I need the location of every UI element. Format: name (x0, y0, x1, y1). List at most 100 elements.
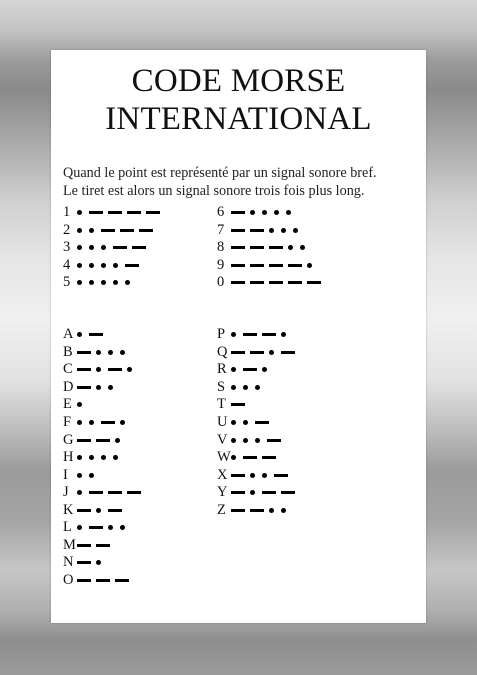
morse-code (231, 384, 267, 390)
dot-icon (96, 507, 101, 513)
morse-character: 6 (217, 204, 225, 221)
dash-icon (250, 246, 264, 250)
morse-code (231, 281, 326, 285)
dash-icon (262, 491, 276, 495)
morse-character: 2 (63, 221, 71, 238)
morse-code (77, 349, 132, 355)
morse-code (77, 455, 125, 461)
morse-code (77, 507, 127, 513)
morse-row: 2 (63, 222, 165, 240)
dash-icon (108, 368, 122, 372)
morse-character: P (217, 326, 226, 343)
morse-row: 6 (217, 204, 326, 222)
dash-icon (288, 281, 302, 285)
dash-icon (231, 228, 245, 232)
dash-icon (231, 263, 245, 267)
dot-icon (269, 507, 274, 513)
morse-character: Y (217, 484, 228, 501)
morse-row: N (63, 554, 146, 572)
morse-code (77, 245, 151, 251)
morse-row: O (63, 572, 146, 590)
dash-icon (243, 456, 257, 460)
morse-character: W (217, 449, 231, 466)
morse-character: C (63, 361, 73, 378)
dash-icon (77, 368, 91, 372)
dot-icon (77, 420, 82, 425)
morse-character: 4 (63, 256, 71, 273)
morse-row: 7 (217, 222, 326, 240)
dash-icon (127, 211, 141, 215)
dash-icon (108, 491, 122, 495)
morse-row: 1 (63, 204, 165, 222)
morse-row: T (217, 396, 300, 414)
dot-icon (255, 384, 260, 390)
dot-icon (269, 227, 274, 233)
morse-code (231, 227, 305, 233)
dot-icon (307, 262, 312, 268)
dash-icon (132, 246, 146, 250)
dot-icon (77, 210, 82, 216)
dash-icon (231, 350, 245, 354)
intro-line-1: Quand le point est représenté par un sig… (63, 165, 377, 182)
morse-code (77, 437, 127, 443)
dash-icon (77, 385, 91, 389)
intro-line-2: Le tiret est alors un signal sonore troi… (63, 183, 365, 200)
morse-character: Z (217, 501, 226, 518)
morse-row: E (63, 396, 146, 414)
dot-icon (281, 507, 286, 513)
dash-icon (281, 491, 295, 495)
dot-icon (231, 437, 236, 443)
dot-icon (274, 210, 279, 216)
morse-row: H (63, 449, 146, 467)
dash-icon (77, 543, 91, 547)
morse-code (231, 490, 300, 496)
dot-icon (77, 490, 82, 496)
dash-icon (101, 228, 115, 232)
morse-code (77, 402, 89, 408)
morse-character: T (217, 396, 226, 413)
dot-icon (89, 472, 94, 478)
morse-character: V (217, 431, 228, 448)
morse-row: A (63, 326, 146, 344)
dot-icon (120, 349, 125, 355)
dot-icon (77, 280, 82, 286)
morse-row: 9 (217, 257, 326, 275)
morse-character: K (63, 501, 74, 518)
morse-code (231, 455, 281, 461)
dot-icon (101, 262, 106, 268)
dot-icon (120, 525, 125, 531)
dot-icon (231, 332, 236, 338)
morse-row: 4 (63, 257, 165, 275)
morse-row: Z (217, 501, 300, 519)
morse-row: C (63, 361, 146, 379)
dot-icon (77, 332, 82, 338)
morse-character: Q (217, 343, 228, 360)
dash-icon (269, 246, 283, 250)
morse-row: 8 (217, 239, 326, 257)
dot-icon (101, 455, 106, 461)
dash-icon (115, 578, 129, 582)
dash-icon (231, 508, 245, 512)
dash-icon (77, 508, 91, 512)
morse-code (77, 525, 132, 531)
morse-character: G (63, 431, 74, 448)
morse-code (77, 280, 137, 286)
morse-character: F (63, 414, 72, 430)
morse-row: S (217, 379, 300, 397)
morse-character: 8 (217, 239, 225, 256)
morse-character: A (63, 326, 74, 343)
dash-icon (89, 526, 103, 530)
morse-code (231, 349, 300, 355)
morse-character: 0 (217, 274, 225, 291)
morse-code (77, 543, 115, 547)
morse-code (231, 507, 293, 513)
morse-code (231, 472, 293, 478)
morse-character: 3 (63, 239, 71, 256)
morse-row: K (63, 501, 146, 519)
morse-character: L (63, 519, 72, 536)
dash-icon (101, 421, 115, 424)
title-line-1: CODE MORSE (131, 63, 346, 99)
morse-row: W (217, 449, 300, 467)
morse-character: 5 (63, 274, 71, 291)
morse-code (231, 262, 319, 268)
